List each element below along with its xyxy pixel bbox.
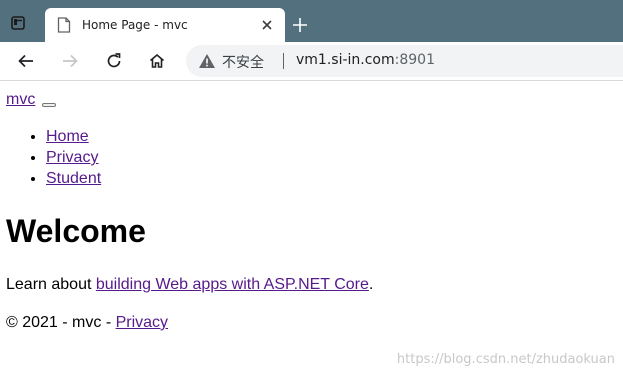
page-viewport: mvc Home Privacy Student Welcome Learn a… [0,81,623,379]
home-icon[interactable] [147,51,167,71]
nav-item-privacy: Privacy [46,147,101,168]
tab-strip: Home Page - mvc [0,0,623,42]
security-status-label[interactable]: 不安全 [222,52,264,72]
watermark-text: https://blog.csdn.net/zhudaokuan [396,352,615,367]
browser-toolbar: 不安全 vm1.si-in.com:8901 [0,42,623,81]
tab-title: Home Page - mvc [82,18,188,32]
navbar-toggler-button[interactable] [42,103,56,107]
forward-arrow-icon[interactable] [60,51,80,71]
address-separator [283,53,284,69]
reload-icon[interactable] [104,51,124,71]
footer-privacy-link[interactable]: Privacy [116,314,168,331]
nav-menu: Home Privacy Student [6,126,101,189]
new-tab-icon[interactable] [291,16,309,34]
address-bar[interactable]: 不安全 vm1.si-in.com:8901 [186,45,623,77]
nav-link-student[interactable]: Student [46,170,101,187]
navbar-brand-link[interactable]: mvc [6,91,35,109]
learn-prefix: Learn about [6,276,96,293]
nav-item-student: Student [46,168,101,189]
close-tab-icon[interactable] [261,19,273,31]
aspnet-docs-link[interactable]: building Web apps with ASP.NET Core [96,276,369,293]
learn-paragraph: Learn about building Web apps with ASP.N… [6,275,373,295]
copyright-text: © 2021 - mvc - [6,314,116,331]
back-arrow-icon[interactable] [16,51,36,71]
learn-suffix: . [368,276,374,293]
url-text[interactable]: vm1.si-in.com:8901 [296,52,435,68]
nav-item-home: Home [46,126,101,147]
url-port: :8901 [394,52,435,68]
tab-actions-icon[interactable] [10,15,26,31]
page-favicon-icon [57,17,71,33]
page-footer: © 2021 - mvc - Privacy [6,313,168,333]
nav-link-home[interactable]: Home [46,128,89,145]
active-tab[interactable]: Home Page - mvc [45,8,285,42]
not-secure-warning-icon[interactable] [198,53,216,69]
url-host: vm1.si-in.com [296,52,395,68]
nav-link-privacy[interactable]: Privacy [46,149,98,166]
page-heading: Welcome [6,213,146,249]
